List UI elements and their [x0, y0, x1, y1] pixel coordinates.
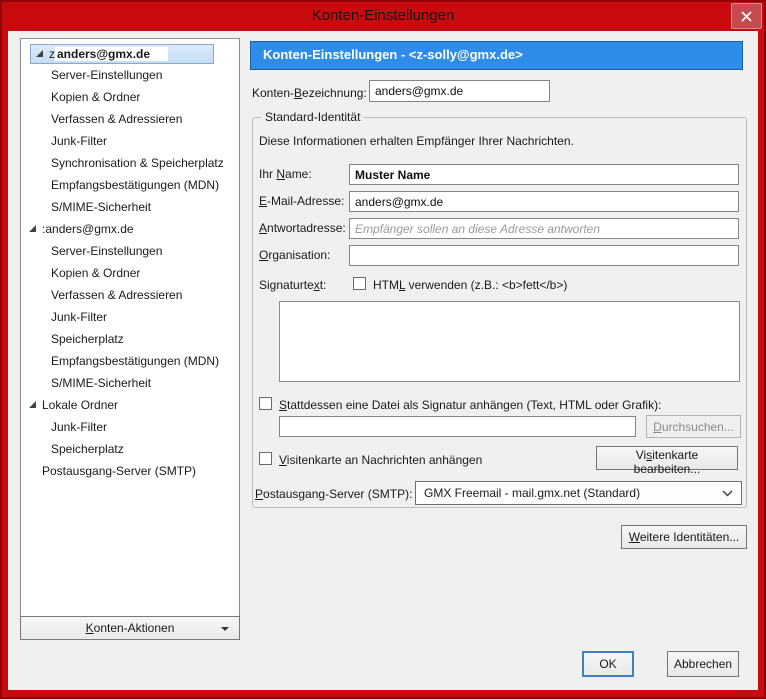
attach-signature-file-checkbox[interactable]: [259, 397, 272, 410]
attach-vcard-checkbox[interactable]: [259, 452, 272, 465]
titlebar: Konten-Einstellungen: [2, 2, 764, 31]
tree-item-label: Junk-Filter: [51, 420, 108, 434]
tree-item-label: Empfangsbestätigungen (MDN): [51, 354, 220, 368]
organization-input[interactable]: [349, 245, 739, 266]
signature-textarea[interactable]: [279, 301, 740, 382]
html-signature-label: HTML verwenden (z.B.: <b>fett</b>): [373, 278, 568, 292]
tree-item-label: Synchronisation & Speicherplatz: [51, 156, 224, 170]
panel-header: Konten-Einstellungen - <z-solly@gmx.de>: [250, 41, 743, 70]
identity-info-text: Diese Informationen erhalten Empfänger I…: [259, 134, 574, 148]
smtp-server-value: GMX Freemail - mail.gmx.net (Standard): [424, 486, 641, 500]
ok-button[interactable]: OK: [582, 651, 634, 677]
signature-file-path-input[interactable]: [279, 416, 636, 437]
tree-item-label: Kopien & Ordner: [51, 266, 141, 280]
name-input[interactable]: [349, 164, 739, 185]
tree-item-storage-2[interactable]: Speicherplatz: [21, 328, 239, 350]
tree-item-label: Server-Einstellungen: [51, 244, 163, 258]
tree-item-mdn-2[interactable]: Empfangsbestätigungen (MDN): [21, 350, 239, 372]
close-button[interactable]: [731, 3, 762, 29]
tree-item-label: anders@gmx.de: [55, 46, 169, 61]
more-identities-button-label: Weitere Identitäten...: [628, 530, 740, 544]
email-input[interactable]: [349, 191, 739, 212]
account-tree: z anders@gmx.de Server-Einstellungen Kopi…: [20, 38, 240, 617]
tree-item-label: Kopien & Ordner: [51, 90, 141, 104]
tree-item-label: Postausgang-Server (SMTP): [42, 464, 197, 478]
name-label: Ihr Name:: [259, 167, 312, 181]
tree-item-label: Lokale Ordner: [42, 398, 119, 412]
tree-item-label: Empfangsbestätigungen (MDN): [51, 178, 220, 192]
tree-item-account-1[interactable]: z anders@gmx.de: [21, 42, 239, 64]
tree-item-label: Junk-Filter: [51, 310, 108, 324]
cancel-button[interactable]: Abbrechen: [667, 651, 739, 677]
expanded-triangle-icon[interactable]: [36, 49, 43, 57]
tree-item-copies-folders-2[interactable]: Kopien & Ordner: [21, 262, 239, 284]
dropdown-caret-icon: [221, 627, 229, 631]
more-identities-button[interactable]: Weitere Identitäten...: [621, 525, 747, 549]
tree-item-label: Server-Einstellungen: [51, 68, 163, 82]
tree-item-label: Verfassen & Adressieren: [51, 288, 183, 302]
default-identity-group: Standard-Identität Diese Informationen e…: [252, 110, 747, 508]
tree-item-composition-1[interactable]: Verfassen & Adressieren: [21, 108, 239, 130]
tree-item-smime-2[interactable]: S/MIME-Sicherheit: [21, 372, 239, 394]
tree-item-junk-local[interactable]: Junk-Filter: [21, 416, 239, 438]
account-actions-label: Konten-Aktionen: [85, 621, 175, 635]
expanded-triangle-icon[interactable]: [29, 401, 36, 408]
ok-button-label: OK: [599, 657, 617, 671]
tree-item-label: S/MIME-Sicherheit: [51, 376, 152, 390]
reply-to-label: Antwortadresse:: [259, 221, 346, 235]
html-signature-checkbox[interactable]: [353, 277, 366, 290]
tree-item-account-2[interactable]: :anders@gmx.de: [21, 218, 239, 240]
tree-item-storage-local[interactable]: Speicherplatz: [21, 438, 239, 460]
selected-row-highlight: z anders@gmx.de: [30, 43, 214, 64]
attach-vcard-label: Visitenkarte an Nachrichten anhängen: [279, 453, 483, 467]
tree-item-label: Speicherplatz: [51, 332, 124, 346]
tree-item-smtp-server[interactable]: Postausgang-Server (SMTP): [21, 460, 239, 482]
tree-item-junk-1[interactable]: Junk-Filter: [21, 130, 239, 152]
account-actions-button[interactable]: Konten-Aktionen: [20, 616, 240, 640]
tree-item-junk-2[interactable]: Junk-Filter: [21, 306, 239, 328]
account-name-input[interactable]: [369, 80, 550, 102]
window-title: Konten-Einstellungen: [311, 7, 455, 24]
tree-item-composition-2[interactable]: Verfassen & Adressieren: [21, 284, 239, 306]
edit-vcard-button-label: Visitenkarte bearbeiten...: [633, 448, 701, 476]
chevron-down-icon: [722, 490, 733, 496]
organization-label: Organisation:: [259, 248, 331, 262]
tree-item-copies-folders-1[interactable]: Kopien & Ordner: [21, 86, 239, 108]
smtp-server-label: Postausgang-Server (SMTP):: [255, 487, 413, 501]
close-icon: [741, 10, 752, 22]
tree-item-server-settings-1[interactable]: Server-Einstellungen: [21, 64, 239, 86]
attach-signature-file-label: Stattdessen eine Datei als Signatur anhä…: [279, 398, 662, 412]
smtp-server-select[interactable]: GMX Freemail - mail.gmx.net (Standard): [415, 481, 742, 505]
dialog-body: z anders@gmx.de Server-Einstellungen Kopi…: [8, 31, 758, 690]
email-label: E-Mail-Adresse:: [259, 194, 345, 208]
signature-label: Signaturtext:: [259, 278, 327, 292]
tree-item-server-settings-2[interactable]: Server-Einstellungen: [21, 240, 239, 262]
tree-item-label: S/MIME-Sicherheit: [51, 200, 152, 214]
expanded-triangle-icon[interactable]: [29, 225, 36, 232]
tree-item-local-folders[interactable]: Lokale Ordner: [21, 394, 239, 416]
tree-item-sync-storage-1[interactable]: Synchronisation & Speicherplatz: [21, 152, 239, 174]
reply-to-input[interactable]: [349, 218, 739, 239]
browse-button-label: Durchsuchen...: [653, 419, 734, 434]
account-name-label: Konten-Bezeichnung:: [252, 86, 367, 100]
cancel-button-label: Abbrechen: [674, 657, 733, 671]
tree-item-label: anders@gmx.de: [45, 222, 134, 236]
tree-item-label: Speicherplatz: [51, 442, 124, 456]
tree-item-label: Junk-Filter: [51, 134, 108, 148]
tree-item-mdn-1[interactable]: Empfangsbestätigungen (MDN): [21, 174, 239, 196]
account-settings-dialog: Konten-Einstellungen z anders@gmx.de Serv…: [0, 0, 766, 699]
tree-item-label: Verfassen & Adressieren: [51, 112, 183, 126]
tree-item-smime-1[interactable]: S/MIME-Sicherheit: [21, 196, 239, 218]
edit-vcard-button[interactable]: Visitenkarte bearbeiten...: [596, 446, 738, 476]
group-legend: Standard-Identität: [261, 110, 365, 124]
browse-button[interactable]: Durchsuchen...: [646, 415, 741, 438]
